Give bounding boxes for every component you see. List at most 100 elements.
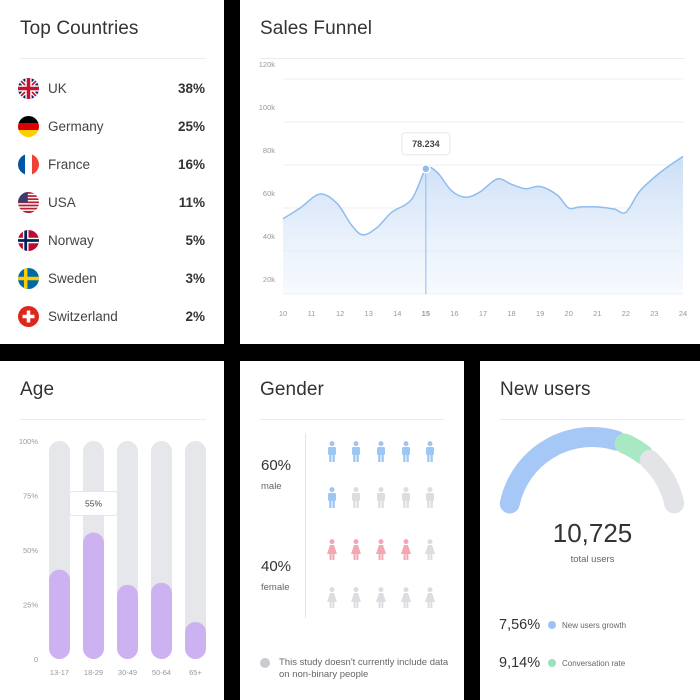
male-person-icon [377, 441, 385, 462]
stat-value: 9,14% [499, 655, 541, 671]
female-person-icon [351, 587, 361, 608]
total-users-value: 10,725 [552, 518, 633, 548]
value-tooltip: 78.234 [401, 132, 451, 156]
country-percentage: 11% [178, 194, 205, 210]
y-tick-label: 75% [23, 492, 38, 501]
y-tick-label: 60k [263, 189, 275, 198]
x-tick-label: 20 [565, 309, 573, 318]
x-tick-label: 21 [593, 309, 601, 318]
gender-note: This study doesn't currently include dat… [279, 657, 449, 680]
country-name: Switzerland [48, 308, 118, 324]
y-tick-label: 25% [23, 601, 38, 610]
female-person-icon [327, 587, 337, 608]
male-person-icon [352, 441, 360, 462]
female-person-icon [401, 539, 411, 560]
female-person-icon [327, 539, 337, 560]
x-tick-label: 22 [622, 309, 630, 318]
x-tick-label: 11 [308, 309, 316, 318]
male-person-icon [402, 487, 410, 508]
gender-axis-line [305, 433, 306, 618]
female-percentage: 40% [261, 558, 292, 575]
country-name: Germany [48, 118, 104, 134]
country-percentage: 2% [185, 308, 205, 324]
female-label: female [261, 582, 290, 593]
country-percentage: 25% [177, 118, 205, 134]
germany-flag-icon [18, 115, 39, 137]
x-tick-label: 17 [479, 309, 487, 318]
switzerland-flag-icon [18, 305, 39, 327]
x-tick-label: 18-29 [84, 668, 103, 677]
usa-flag-icon [18, 191, 39, 213]
x-tick-label: 19 [536, 309, 544, 318]
country-row-usa: USA 11% [18, 189, 205, 215]
country-name: USA [48, 194, 76, 210]
x-tick-label: 50-64 [152, 668, 171, 677]
tooltip-value: 55% [85, 499, 102, 509]
country-name: Sweden [48, 270, 97, 286]
top-countries-card: Top Countries UK 38% Germany 25% France … [0, 0, 224, 344]
country-row-sweden: Sweden 3% [18, 265, 205, 291]
top-countries-title: Top Countries [20, 18, 139, 39]
y-tick-label: 80k [263, 146, 275, 155]
y-tick-label: 100% [19, 437, 39, 446]
x-tick-label: 15 [422, 309, 430, 318]
male-person-icon [328, 487, 336, 508]
male-person-icon [352, 487, 360, 508]
gauge-segment-new-users[interactable] [499, 427, 627, 514]
highlight-point[interactable] [421, 164, 431, 174]
y-tick-label: 40k [263, 232, 275, 241]
divider [20, 58, 206, 59]
age-bar[interactable] [49, 569, 70, 659]
age-bar[interactable] [185, 621, 206, 659]
age-bar[interactable] [117, 584, 138, 659]
country-row-germany: Germany 25% [18, 113, 205, 139]
total-users-label: total users [570, 554, 615, 565]
stat-label: Conversation rate [562, 658, 626, 668]
sales-funnel-card: Sales Funnel 20k 40k 60k 80k 100k 120k 10 11 12… [240, 0, 700, 344]
country-name: UK [48, 80, 67, 96]
country-percentage: 3% [185, 270, 205, 286]
sweden-flag-icon [18, 267, 39, 289]
male-percentage: 60% [261, 457, 292, 474]
age-bar[interactable] [151, 582, 172, 659]
country-percentage: 5% [185, 232, 205, 248]
male-person-icon [328, 441, 336, 462]
age-chart: 0 25% 50% 75% 100% 13-17 18-29 30-49 50-64 65+ 5… [19, 437, 206, 677]
funnel-area [283, 156, 683, 294]
male-label: male [261, 481, 282, 492]
male-person-icon [402, 441, 410, 462]
gender-title: Gender [260, 379, 324, 400]
x-tick-label: 16 [450, 309, 458, 318]
age-card: Age 0 25% 50% 75% 100% 13-17 18-29 30-49 50-64 6… [0, 361, 224, 700]
stat-new-users-growth: 7,56% New users growth [499, 617, 626, 633]
male-person-icon [377, 487, 385, 508]
x-tick-label: 24 [679, 309, 687, 318]
x-tick-label: 12 [336, 309, 344, 318]
age-bar[interactable] [83, 532, 104, 659]
country-row-france: France 16% [18, 151, 205, 177]
gauge-segment-remaining[interactable] [639, 450, 685, 514]
x-tick-label: 23 [650, 309, 658, 318]
value-tooltip: 55% [69, 491, 118, 517]
stat-conversation-rate: 9,14% Conversation rate [499, 655, 625, 671]
stat-label: New users growth [562, 620, 627, 630]
sales-funnel-chart: 20k 40k 60k 80k 100k 120k 10 11 12 13 14 15 16 17 18 1… [259, 60, 687, 318]
france-flag-icon [18, 153, 39, 175]
x-tick-label: 14 [393, 309, 401, 318]
x-tick-label: 10 [279, 309, 287, 318]
country-name: Norway [48, 232, 94, 248]
legend-dot [548, 659, 556, 667]
gender-card: Gender 60% male 40% female This study do… [240, 361, 464, 700]
legend-dot [548, 621, 556, 629]
x-tick-label: 65+ [189, 668, 202, 677]
x-tick-label: 13 [365, 309, 373, 318]
y-tick-label: 0 [34, 655, 38, 664]
y-tick-label: 100k [259, 103, 276, 112]
x-tick-label: 18 [507, 309, 515, 318]
gauge-segment-conversion[interactable] [614, 433, 653, 465]
divider [260, 419, 444, 420]
x-tick-label: 30-49 [118, 668, 137, 677]
info-icon [260, 658, 270, 668]
country-row-uk: UK 38% [18, 75, 205, 101]
female-person-icon [401, 587, 411, 608]
